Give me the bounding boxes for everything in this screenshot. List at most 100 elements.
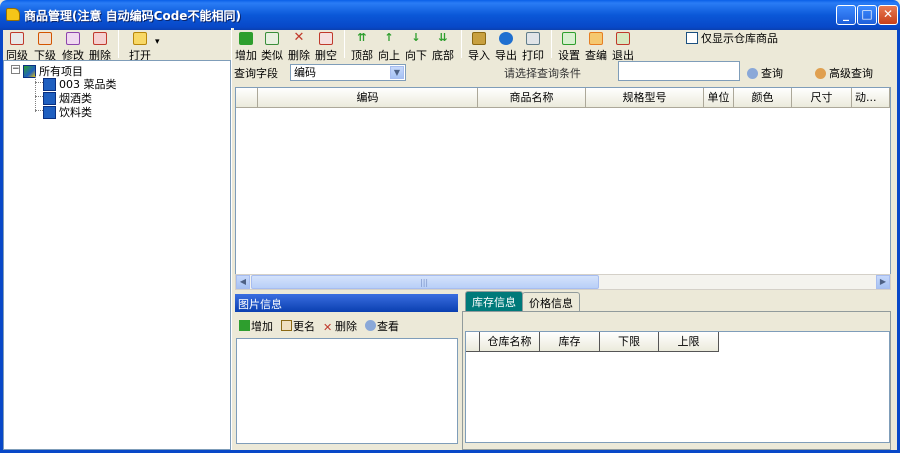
find-edit-icon	[589, 32, 603, 45]
similar-button[interactable]: 类似	[260, 31, 284, 63]
tree-delete-button[interactable]: 删除	[87, 31, 113, 63]
category-tree[interactable]: − 所有项目 003 菜品类 烟酒类 饮料类	[3, 60, 231, 450]
grid-col-spec[interactable]: 规格型号	[586, 88, 704, 108]
toolbar-separator	[118, 30, 119, 58]
settings-icon	[562, 32, 576, 45]
user-search-icon	[815, 67, 826, 79]
close-button[interactable]: ✕	[878, 5, 898, 25]
grid-col-more[interactable]: 动...	[852, 88, 890, 108]
stock-col-upper[interactable]: 上限	[659, 332, 719, 352]
import-icon	[472, 32, 486, 45]
advanced-search-button[interactable]: 高级查询	[815, 65, 873, 81]
stock-col-stock[interactable]: 库存	[540, 332, 600, 352]
sibling-icon	[10, 32, 24, 45]
chevron-down-icon[interactable]: ▼	[390, 66, 404, 79]
export-icon	[499, 32, 513, 45]
toolbar-separator	[344, 30, 345, 58]
delete-icon: ✕	[293, 30, 305, 45]
down-icon: ↓	[411, 31, 421, 44]
stock-col-warehouse[interactable]: 仓库名称	[480, 332, 540, 352]
stock-col-lower[interactable]: 下限	[600, 332, 659, 352]
tree-guide-line	[35, 96, 43, 97]
search-button[interactable]: 查询	[747, 65, 783, 81]
grid-col-name[interactable]: 商品名称	[478, 88, 586, 108]
only-warehouse-checkbox[interactable]: 仅显示仓库商品	[686, 30, 778, 46]
grid-col-code[interactable]: 编码	[258, 88, 478, 108]
scroll-right-icon[interactable]: ▶	[876, 275, 890, 289]
delete-icon	[93, 32, 107, 45]
export-button[interactable]: 导出	[494, 31, 518, 63]
image-view-button[interactable]: 查看	[365, 318, 399, 334]
detail-tabs: 库存信息 价格信息	[462, 291, 891, 312]
scroll-left-icon[interactable]: ◀	[236, 275, 250, 289]
exit-icon	[616, 32, 630, 45]
clear-button[interactable]: 删空	[314, 31, 338, 63]
find-edit-button[interactable]: 查编	[584, 31, 608, 63]
child-icon	[38, 32, 52, 45]
tree-guide-line	[35, 82, 43, 83]
tree-child-button[interactable]: 下级	[32, 31, 58, 63]
add-button[interactable]: 增加	[234, 31, 258, 63]
tree-sibling-button[interactable]: 同级	[5, 31, 29, 63]
exit-button[interactable]: 退出	[611, 31, 635, 63]
grid-col-color[interactable]: 颜色	[734, 88, 792, 108]
tab-price-info[interactable]: 价格信息	[522, 292, 580, 311]
search-icon	[747, 67, 758, 79]
grid-header: 编码 商品名称 规格型号 单位 颜色 尺寸 动...	[236, 88, 890, 108]
folder-icon	[133, 32, 147, 45]
product-grid[interactable]: 编码 商品名称 规格型号 单位 颜色 尺寸 动...	[235, 87, 891, 275]
delete-button[interactable]: ✕ 删除	[287, 31, 311, 63]
grid-horizontal-scrollbar[interactable]: ◀ ||| ▶	[235, 274, 891, 290]
settings-button[interactable]: 设置	[557, 31, 581, 63]
scroll-thumb[interactable]: |||	[251, 275, 599, 289]
app-icon	[6, 8, 20, 21]
query-condition-input[interactable]	[618, 61, 740, 81]
grid-col-size[interactable]: 尺寸	[792, 88, 852, 108]
move-up-button[interactable]: ↑ 向上	[377, 31, 401, 63]
open-dropdown-arrow[interactable]: ▾	[155, 37, 160, 47]
import-button[interactable]: 导入	[467, 31, 491, 63]
tab-stock-info[interactable]: 库存信息	[465, 291, 523, 311]
bottom-icon: ⇊	[438, 31, 448, 44]
edit-icon	[66, 32, 80, 45]
top-icon: ⇈	[357, 31, 367, 44]
category-icon	[43, 77, 56, 91]
view-icon	[365, 320, 376, 331]
image-panel-toolbar: 增加 更名 ✕ 删除 查看	[239, 318, 399, 334]
image-delete-button[interactable]: ✕ 删除	[323, 318, 357, 334]
image-rename-button[interactable]: 更名	[281, 318, 315, 334]
grid-col-indicator[interactable]	[236, 88, 258, 108]
up-icon: ↑	[384, 31, 394, 44]
image-panel-title: 图片信息	[235, 294, 458, 312]
pane-splitter[interactable]	[231, 28, 234, 450]
print-icon	[526, 32, 540, 45]
category-icon	[43, 91, 56, 105]
similar-icon	[265, 32, 279, 45]
stock-grid-header: 仓库名称 库存 下限 上限	[466, 332, 719, 352]
tree-collapse-toggle[interactable]: −	[11, 65, 20, 74]
image-add-button[interactable]: 增加	[239, 318, 273, 334]
rename-icon	[281, 320, 292, 331]
query-field-select[interactable]: 编码 ▼	[290, 64, 406, 81]
scroll-thumb-grip: |||	[420, 278, 429, 287]
query-field-label: 查询字段	[234, 67, 278, 80]
open-button[interactable]: 打开	[124, 31, 156, 63]
maximize-button[interactable]: □	[857, 5, 877, 25]
tree-edit-button[interactable]: 修改	[60, 31, 86, 63]
add-icon	[239, 32, 253, 45]
move-down-button[interactable]: ↓ 向下	[404, 31, 428, 63]
stock-grid[interactable]: 仓库名称 库存 下限 上限	[465, 331, 890, 443]
print-button[interactable]: 打印	[521, 31, 545, 63]
minimize-button[interactable]: _	[836, 5, 856, 25]
move-top-button[interactable]: ⇈ 顶部	[350, 31, 374, 63]
grid-col-unit[interactable]: 单位	[704, 88, 734, 108]
stock-col-indicator[interactable]	[466, 332, 480, 352]
toolbar-separator	[551, 30, 552, 58]
category-icon	[43, 105, 56, 119]
checkbox-box[interactable]	[686, 32, 698, 44]
move-bottom-button[interactable]: ⇊ 底部	[431, 31, 455, 63]
tree-node-beverages[interactable]: 饮料类	[43, 104, 92, 120]
window-title: 商品管理(注意 自动编码Code不能相同)	[24, 9, 241, 23]
delete-icon: ✕	[323, 321, 333, 334]
image-preview-area[interactable]	[236, 338, 458, 444]
